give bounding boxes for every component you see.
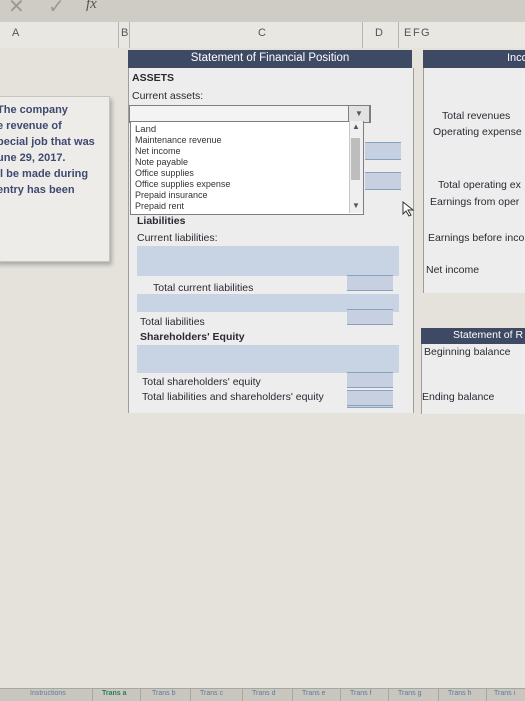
sheet-tab-bar: Instructions Trans a Trans b Trans c Tra… (0, 688, 525, 701)
cancel-icon[interactable]: ✕ (8, 0, 25, 19)
amount-cell[interactable] (365, 142, 401, 160)
current-liabilities-label: Current liabilities: (137, 232, 218, 244)
dropdown-option[interactable]: Net income (135, 146, 181, 156)
tab-divider (486, 689, 487, 701)
liabilities-heading: Liabilities (137, 215, 186, 227)
tab-trans-c[interactable]: Trans c (200, 690, 223, 701)
total-liab-equity-label: Total liabilities and shareholders' equi… (142, 391, 324, 403)
tab-divider (292, 689, 293, 701)
column-d-header[interactable]: D (375, 27, 383, 39)
current-liabilities-input[interactable] (137, 246, 399, 276)
instruction-line: entry has been (0, 184, 75, 196)
formula-bar: ✕ ✓ fx (0, 0, 525, 23)
dropdown-option[interactable]: Office supplies (135, 168, 194, 178)
assets-heading: ASSETS (132, 72, 175, 84)
column-f-header[interactable]: F (413, 27, 420, 39)
amount-cell[interactable] (347, 275, 393, 291)
total-current-liabilities-label: Total current liabilities (153, 282, 254, 294)
instruction-line: ll be made during (0, 168, 89, 180)
income-statement-title: Inco (507, 52, 525, 64)
sfp-title: Statement of Financial Position (190, 52, 350, 64)
retained-earnings-header: Statement of R (421, 328, 525, 344)
current-assets-label: Current assets: (132, 90, 204, 102)
amount-cell[interactable] (347, 372, 393, 388)
column-a-header[interactable]: A (12, 27, 19, 39)
tab-trans-e[interactable]: Trans e (302, 690, 325, 701)
retained-earnings-title: Statement of R (453, 329, 524, 341)
instruction-line: e revenue of (0, 120, 62, 132)
column-divider (118, 22, 119, 48)
column-e-header[interactable]: E (404, 27, 411, 39)
column-header-row: A B C D E F G (0, 22, 525, 49)
scroll-up-icon[interactable]: ▲ (352, 122, 360, 131)
total-shareholders-equity-label: Total shareholders' equity (142, 376, 261, 388)
shareholders-equity-heading: Shareholders' Equity (140, 331, 245, 343)
instruction-line: pecial job that was (0, 136, 95, 148)
pointer-cursor-icon (402, 201, 415, 217)
dropdown-option[interactable]: Note payable (135, 157, 188, 167)
amount-cell[interactable] (347, 309, 393, 325)
column-divider (362, 22, 363, 48)
column-c-header[interactable]: C (258, 27, 266, 39)
income-statement-header: Inco (423, 50, 525, 68)
ending-balance-label: Ending balance (422, 391, 495, 403)
confirm-icon[interactable]: ✓ (48, 0, 65, 19)
tab-divider (388, 689, 389, 701)
tab-divider (438, 689, 439, 701)
amount-cell[interactable] (365, 172, 401, 190)
tab-divider (92, 689, 93, 701)
earnings-from-ops-label: Earnings from oper (430, 196, 520, 208)
income-statement-panel: Total revenues Operating expense Total o… (423, 68, 525, 293)
tab-trans-b[interactable]: Trans b (152, 690, 175, 701)
tab-divider (242, 689, 243, 701)
net-income-label: Net income (426, 264, 480, 276)
tab-trans-i[interactable]: Trans i (494, 690, 515, 701)
tab-trans-h[interactable]: Trans h (448, 690, 471, 701)
tab-trans-d[interactable]: Trans d (252, 690, 275, 701)
tab-divider (340, 689, 341, 701)
column-divider (398, 22, 399, 48)
scroll-down-icon[interactable]: ▼ (352, 201, 360, 210)
instruction-line: une 29, 2017. (0, 152, 66, 164)
instruction-line: The company (0, 104, 68, 116)
equity-input[interactable] (137, 345, 399, 373)
total-revenues-label: Total revenues (442, 110, 511, 122)
dropdown-option[interactable]: Land (135, 124, 156, 135)
scrollbar-thumb[interactable] (351, 138, 360, 180)
dropdown-option[interactable]: Office supplies expense (135, 179, 230, 189)
operating-expenses-label: Operating expense (433, 126, 522, 138)
dropdown-option[interactable]: Prepaid insurance (135, 190, 208, 200)
tab-divider (140, 689, 141, 701)
tab-trans-f[interactable]: Trans f (350, 690, 372, 701)
tab-trans-a[interactable]: Trans a (102, 690, 127, 701)
sfp-header: Statement of Financial Position (128, 50, 412, 68)
column-divider (129, 22, 130, 48)
dropdown-option[interactable]: Prepaid rent (135, 201, 184, 211)
total-liabilities-label: Total liabilities (140, 316, 205, 328)
retained-earnings-panel: Beginning balance Ending balance (421, 344, 525, 414)
column-g-header[interactable]: G (421, 27, 430, 39)
fx-label[interactable]: fx (86, 0, 97, 13)
tab-instructions[interactable]: Instructions (30, 690, 66, 701)
beginning-balance-label: Beginning balance (424, 346, 511, 358)
earnings-before-label: Earnings before inco (428, 232, 525, 244)
amount-cell[interactable] (347, 390, 393, 408)
dropdown-option[interactable]: Maintenance revenue (135, 135, 222, 145)
account-dropdown-list[interactable]: Land Maintenance revenue Net income Note… (130, 121, 364, 215)
column-b-header[interactable]: B (121, 27, 128, 39)
total-operating-label: Total operating ex (438, 179, 521, 191)
tab-trans-g[interactable]: Trans g (398, 690, 421, 701)
tab-divider (190, 689, 191, 701)
instructions-panel: The company e revenue of pecial job that… (0, 96, 110, 262)
